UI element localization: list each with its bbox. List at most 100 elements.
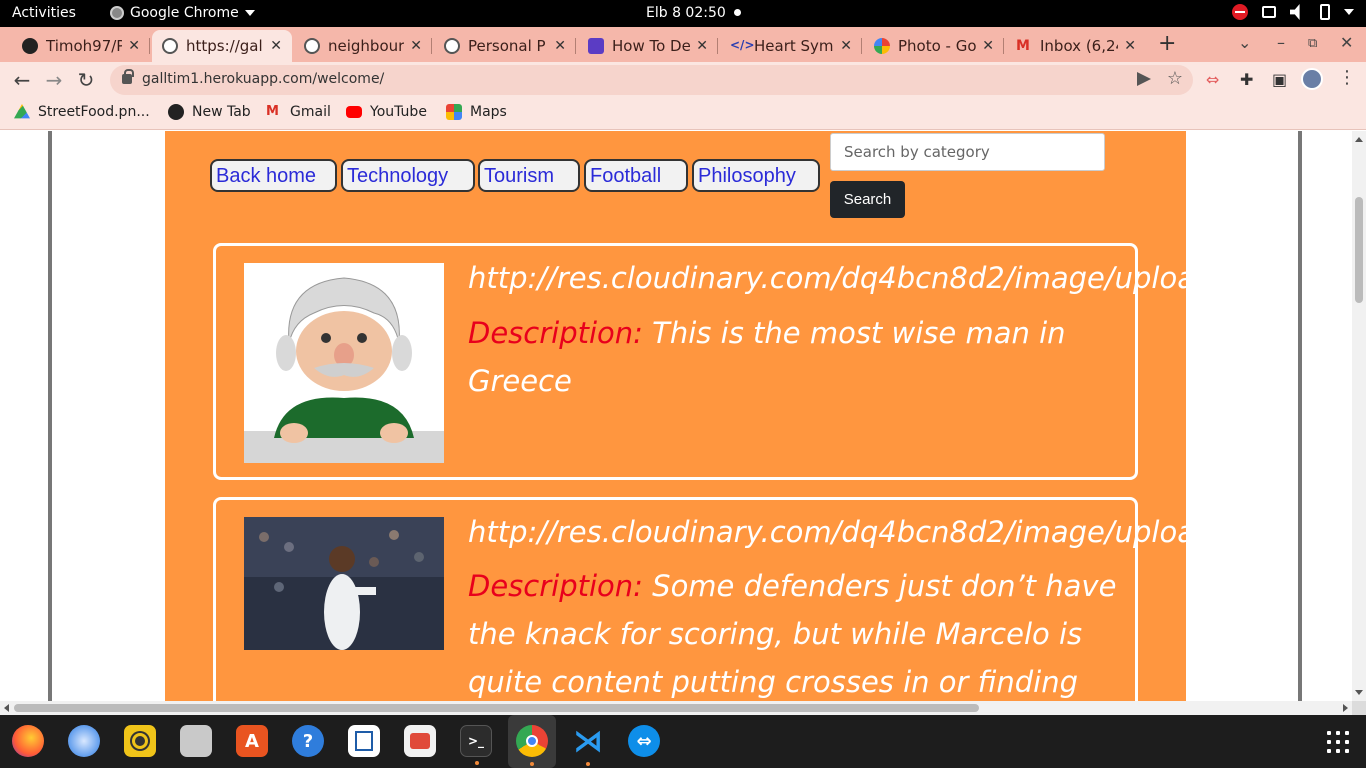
thunderbird-icon[interactable] xyxy=(68,725,100,757)
do-not-disturb-icon xyxy=(1232,4,1248,20)
firefox-icon[interactable] xyxy=(12,725,44,757)
bookmark-label: YouTube xyxy=(370,104,427,120)
tab-title: neighbourh xyxy=(328,37,405,55)
address-bar-url[interactable]: galltim1.herokuapp.com/welcome/ xyxy=(142,71,384,87)
writer-icon[interactable] xyxy=(348,725,380,757)
teamviewer-icon[interactable]: ⇔ xyxy=(628,725,660,757)
tab-title: Photo - Goo xyxy=(898,37,977,55)
chrome-icon xyxy=(110,6,124,20)
address-bar[interactable]: galltim1.herokuapp.com/welcome/ ☆ xyxy=(110,65,1193,95)
gmail-icon: M xyxy=(1016,38,1030,54)
close-icon[interactable]: ✕ xyxy=(840,38,852,54)
reload-icon[interactable]: ↻ xyxy=(74,68,98,92)
scroll-up-arrow-icon[interactable] xyxy=(1355,137,1363,142)
description-label: Description: xyxy=(468,569,643,603)
close-icon[interactable]: ✕ xyxy=(554,38,566,54)
terminal-icon[interactable]: >_ xyxy=(460,725,492,765)
globe-icon xyxy=(162,38,178,54)
activities-button[interactable]: Activities xyxy=(12,5,76,21)
scroll-down-arrow-icon[interactable] xyxy=(1355,690,1363,695)
extension-red-icon[interactable]: ⇔ xyxy=(1206,70,1219,89)
tab-github[interactable]: Timoh97/P ✕ xyxy=(12,30,150,62)
side-panel-icon[interactable]: ▣ xyxy=(1272,70,1287,89)
tab-gmail-inbox[interactable]: M Inbox (6,24 ✕ xyxy=(1006,30,1146,62)
maps-icon xyxy=(446,104,462,120)
tab-search-chevron-icon[interactable]: ⌄ xyxy=(1238,33,1251,52)
system-top-bar: Activities Google Chrome Elb 8 02:50 xyxy=(0,0,1366,27)
extensions-puzzle-icon[interactable]: ✚ xyxy=(1240,70,1253,89)
tab-google-photos[interactable]: Photo - Goo ✕ xyxy=(864,30,1004,62)
tab-galltim-active[interactable]: https://gall ✕ xyxy=(152,30,292,62)
vscode-icon[interactable]: ⋊ xyxy=(572,724,604,766)
scrollbar-corner xyxy=(1352,701,1366,715)
profile-avatar[interactable] xyxy=(1301,68,1323,90)
send-tab-icon[interactable] xyxy=(1137,72,1151,86)
chrome-icon[interactable] xyxy=(516,725,548,766)
vertical-scrollbar[interactable] xyxy=(1352,131,1366,701)
volume-icon xyxy=(1290,4,1300,20)
drive-icon xyxy=(14,104,30,119)
page-frame-right xyxy=(1298,131,1302,701)
show-applications-icon[interactable] xyxy=(1327,731,1349,753)
horizontal-scroll-thumb[interactable] xyxy=(14,704,979,712)
close-icon[interactable]: ✕ xyxy=(410,38,422,54)
restore-icon[interactable]: ⧉ xyxy=(1308,36,1317,51)
close-icon[interactable]: ✕ xyxy=(1124,38,1136,54)
vertical-scroll-thumb[interactable] xyxy=(1355,197,1363,303)
new-tab-button[interactable]: + xyxy=(1158,31,1176,56)
help-icon[interactable]: ? xyxy=(292,725,324,757)
system-tray[interactable] xyxy=(1232,4,1354,20)
bookmarks-bar: StreetFood.pn... New Tab M Gmail YouTube… xyxy=(0,98,1366,130)
code-icon: </> xyxy=(730,38,755,52)
files-icon[interactable] xyxy=(180,725,212,757)
tab-title: Heart Symb xyxy=(754,37,835,55)
photos-icon xyxy=(874,38,890,54)
close-icon[interactable]: ✕ xyxy=(982,38,994,54)
globe-icon xyxy=(444,38,460,54)
app-icon xyxy=(588,38,604,54)
close-icon[interactable]: ✕ xyxy=(696,38,708,54)
bookmark-label: StreetFood.pn... xyxy=(38,104,150,120)
forward-arrow-icon[interactable]: → xyxy=(42,68,66,92)
bookmark-new-tab[interactable]: New Tab xyxy=(168,104,251,120)
globe-icon xyxy=(304,38,320,54)
image-url-link[interactable]: http://res.cloudinary.com/dq4bcn8d2/imag… xyxy=(468,515,1213,549)
rhythmbox-icon[interactable] xyxy=(124,725,156,757)
globe-icon xyxy=(168,104,184,120)
scroll-right-arrow-icon[interactable] xyxy=(1343,704,1348,712)
image-description: Description: Some defenders just don’t h… xyxy=(468,562,1118,701)
bookmark-gmail[interactable]: M Gmail xyxy=(266,104,331,120)
close-icon[interactable]: ✕ xyxy=(270,38,282,54)
clock[interactable]: Elb 8 02:50 xyxy=(646,5,726,21)
tab-title: Personal P xyxy=(468,37,546,55)
back-arrow-icon[interactable]: ← xyxy=(10,68,34,92)
notification-dot-icon xyxy=(734,9,741,16)
tab-title: Inbox (6,24 xyxy=(1040,37,1119,55)
software-icon[interactable]: A xyxy=(236,725,268,757)
minimize-icon[interactable]: – xyxy=(1277,33,1285,52)
youtube-icon xyxy=(346,106,362,118)
app-menu-label: Google Chrome xyxy=(130,5,239,21)
image-url-link[interactable]: http://res.cloudinary.com/dq4bcn8d2/imag… xyxy=(468,261,1213,295)
bookmark-youtube[interactable]: YouTube xyxy=(346,104,427,120)
tab-heart-symbol[interactable]: </> Heart Symb ✕ xyxy=(720,30,862,62)
close-icon[interactable]: ✕ xyxy=(128,38,140,54)
tab-title: https://gall xyxy=(186,37,265,55)
bookmark-streetfood[interactable]: StreetFood.pn... xyxy=(14,104,150,120)
screenshot-icon[interactable] xyxy=(404,725,436,757)
tab-personal[interactable]: Personal P ✕ xyxy=(434,30,576,62)
scroll-left-arrow-icon[interactable] xyxy=(4,704,9,712)
description-label: Description: xyxy=(468,316,643,350)
window-close-icon[interactable]: ✕ xyxy=(1340,33,1353,52)
tab-neighbourhood[interactable]: neighbourh ✕ xyxy=(294,30,432,62)
lock-icon[interactable] xyxy=(122,69,134,84)
app-menu[interactable]: Google Chrome xyxy=(110,5,255,21)
kebab-menu-icon[interactable]: ⋮ xyxy=(1338,67,1356,88)
bookmark-maps[interactable]: Maps xyxy=(446,104,507,120)
horizontal-scrollbar[interactable] xyxy=(0,701,1352,715)
tab-title: How To Del xyxy=(612,37,691,55)
tab-how-to-delete[interactable]: How To Del ✕ xyxy=(578,30,718,62)
bookmark-star-icon[interactable]: ☆ xyxy=(1167,68,1183,89)
bookmark-label: Gmail xyxy=(290,104,331,120)
browser-toolbar: ← → ↻ galltim1.herokuapp.com/welcome/ ☆ … xyxy=(0,62,1366,98)
